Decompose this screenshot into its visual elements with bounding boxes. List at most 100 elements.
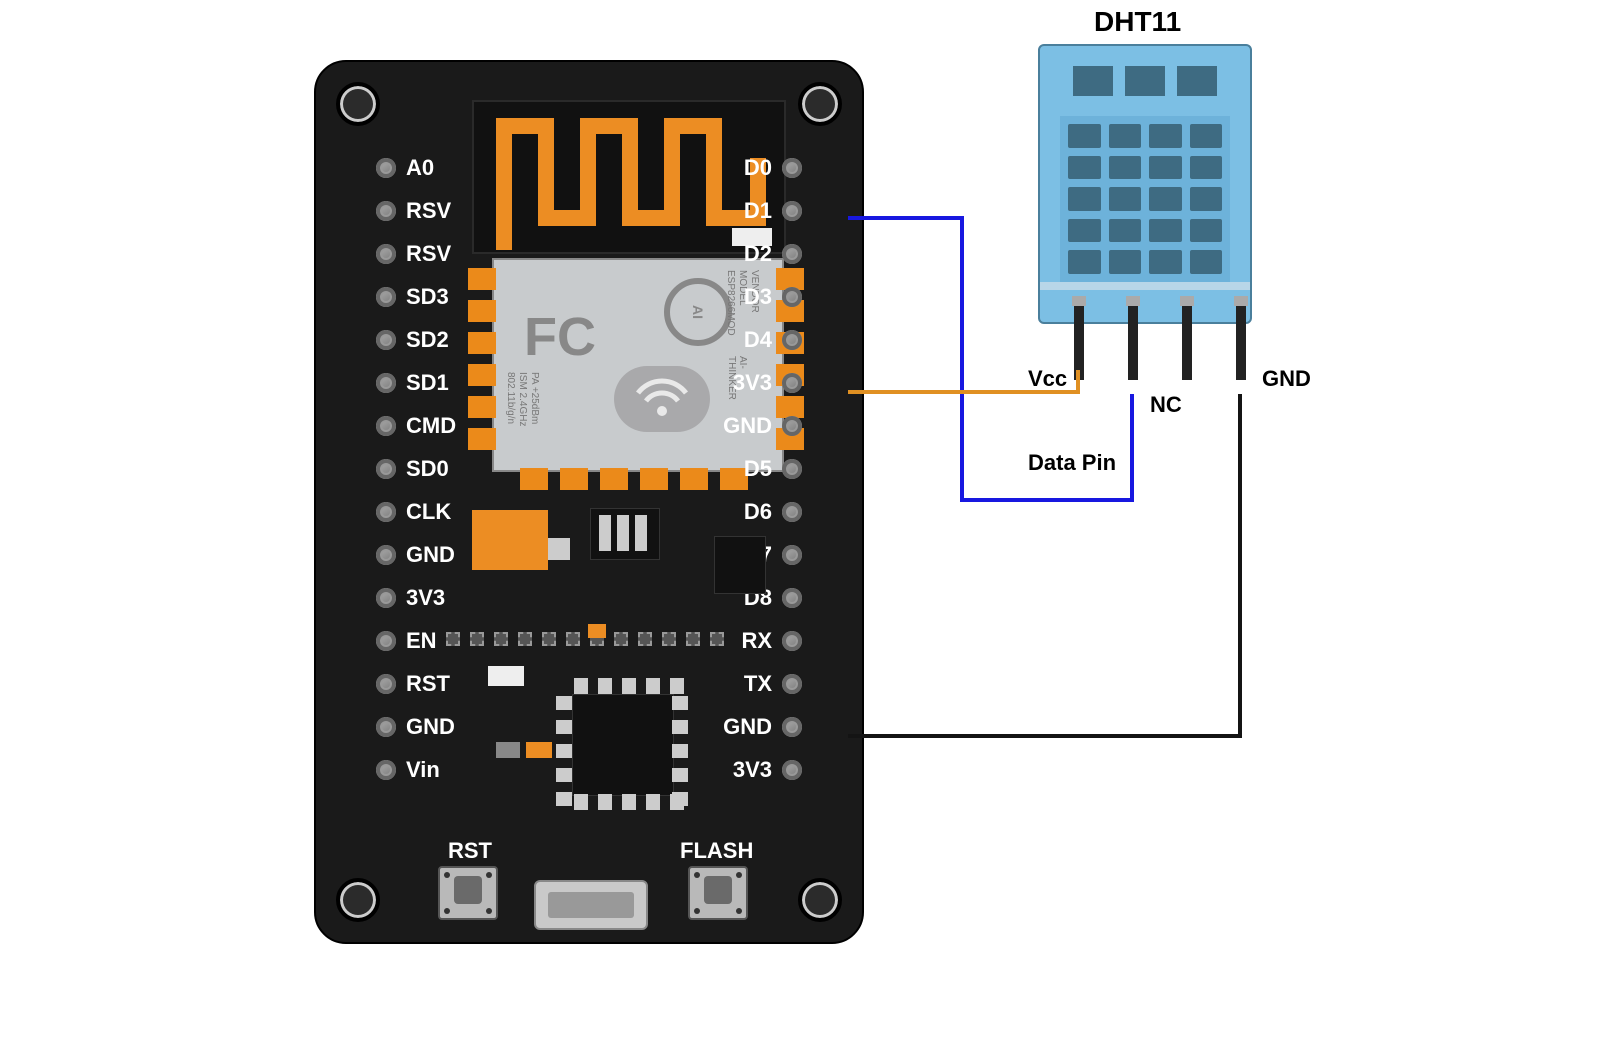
pin-clk-left: CLK bbox=[376, 493, 451, 531]
pin-hole bbox=[376, 416, 396, 436]
pin-3v3-right: 3V3 bbox=[733, 751, 802, 789]
pin-hole bbox=[782, 244, 802, 264]
shield-label: ISM 2.4GHz bbox=[517, 372, 528, 426]
ai-thinker-logo: AI bbox=[664, 278, 732, 346]
pin-hole bbox=[376, 674, 396, 694]
pin-sd1-left: SD1 bbox=[376, 364, 449, 402]
pin-d1-right: D1 bbox=[744, 192, 802, 230]
mounting-hole bbox=[336, 878, 380, 922]
pin-hole bbox=[782, 287, 802, 307]
reset-button[interactable] bbox=[438, 866, 498, 920]
reset-button-label: RST bbox=[448, 838, 492, 864]
pin-label: SD2 bbox=[406, 327, 449, 353]
pin-label: 3V3 bbox=[406, 585, 445, 611]
dht-pin-nc bbox=[1182, 304, 1192, 380]
pin-d0-right: D0 bbox=[744, 149, 802, 187]
dht-pin-data bbox=[1128, 304, 1138, 380]
pin-gnd-left: GND bbox=[376, 536, 455, 574]
pin-tx-right: TX bbox=[744, 665, 802, 703]
pin-hole bbox=[782, 416, 802, 436]
pin-hole bbox=[782, 330, 802, 350]
dht11-title: DHT11 bbox=[1094, 6, 1181, 38]
pin-gnd-right: GND bbox=[723, 407, 802, 445]
pin-hole bbox=[782, 158, 802, 178]
shield-label: 802.11b/g/n bbox=[505, 372, 516, 424]
mounting-hole bbox=[798, 878, 842, 922]
pin-hole bbox=[376, 201, 396, 221]
pin-hole bbox=[782, 588, 802, 608]
pin-label: A0 bbox=[406, 155, 434, 181]
pin-d5-right: D5 bbox=[744, 450, 802, 488]
pin-label: RX bbox=[741, 628, 772, 654]
pin-d6-right: D6 bbox=[744, 493, 802, 531]
pin-hole bbox=[376, 244, 396, 264]
pin-label: CMD bbox=[406, 413, 456, 439]
pin-hole bbox=[376, 158, 396, 178]
pin-hole bbox=[376, 287, 396, 307]
pin-label: GND bbox=[723, 714, 772, 740]
pin-label: TX bbox=[744, 671, 772, 697]
pin-sd3-left: SD3 bbox=[376, 278, 449, 316]
flash-button-label: FLASH bbox=[680, 838, 753, 864]
pin-gnd-left: GND bbox=[376, 708, 455, 746]
pin-hole bbox=[376, 373, 396, 393]
pin-rst-left: RST bbox=[376, 665, 450, 703]
pin-label: CLK bbox=[406, 499, 451, 525]
dht-pin-vcc bbox=[1074, 304, 1084, 380]
pin-hole bbox=[782, 373, 802, 393]
pin-label: D4 bbox=[744, 327, 772, 353]
fcc-logo: FC bbox=[524, 306, 596, 368]
pin-hole bbox=[782, 631, 802, 651]
pin-d2-right: D2 bbox=[744, 235, 802, 273]
dht-pin-label-nc: NC bbox=[1150, 392, 1182, 418]
pin-sd2-left: SD2 bbox=[376, 321, 449, 359]
pin-label: SD1 bbox=[406, 370, 449, 396]
pin-label: GND bbox=[406, 542, 455, 568]
mounting-hole bbox=[336, 82, 380, 126]
flash-button[interactable] bbox=[688, 866, 748, 920]
pin-label: D6 bbox=[744, 499, 772, 525]
pin-hole bbox=[376, 760, 396, 780]
pin-hole bbox=[782, 760, 802, 780]
pin-rx-right: RX bbox=[741, 622, 802, 660]
pcb-antenna bbox=[472, 100, 786, 254]
micro-usb-port[interactable] bbox=[534, 880, 648, 930]
pin-3v3-left: 3V3 bbox=[376, 579, 445, 617]
pin-label: RST bbox=[406, 671, 450, 697]
pin-vin-left: Vin bbox=[376, 751, 440, 789]
pin-label: GND bbox=[723, 413, 772, 439]
dht-pin-label-vcc: Vcc bbox=[1028, 366, 1067, 392]
pin-en-left: EN bbox=[376, 622, 437, 660]
mcu-chip bbox=[572, 694, 674, 796]
pin-label: D1 bbox=[744, 198, 772, 224]
pin-gnd-right: GND bbox=[723, 708, 802, 746]
pin-hole bbox=[782, 459, 802, 479]
pin-hole bbox=[782, 502, 802, 522]
pin-hole bbox=[782, 201, 802, 221]
pin-rsv-left: RSV bbox=[376, 192, 451, 230]
circuit-diagram: FC AI MODEL VENDOR ESP8266MOD AI-THINKER… bbox=[0, 0, 1600, 1063]
pin-label: 3V3 bbox=[733, 370, 772, 396]
pin-rsv-left: RSV bbox=[376, 235, 451, 273]
pin-hole bbox=[376, 588, 396, 608]
pin-label: D0 bbox=[744, 155, 772, 181]
dht-pin-gnd bbox=[1236, 304, 1246, 380]
pin-label: GND bbox=[406, 714, 455, 740]
pin-hole bbox=[376, 631, 396, 651]
nodemcu-board: FC AI MODEL VENDOR ESP8266MOD AI-THINKER… bbox=[314, 60, 864, 944]
pin-hole bbox=[782, 674, 802, 694]
pin-hole bbox=[782, 545, 802, 565]
pin-label: 3V3 bbox=[733, 757, 772, 783]
shield-label: PA +25dBm bbox=[529, 372, 540, 424]
pin-hole bbox=[376, 459, 396, 479]
wire-label-data: Data Pin bbox=[1028, 450, 1116, 476]
pin-a0-left: A0 bbox=[376, 149, 434, 187]
shield-label: ESP8266MOD bbox=[725, 270, 736, 336]
mounting-hole bbox=[798, 82, 842, 126]
pin-label: D5 bbox=[744, 456, 772, 482]
pin-sd0-left: SD0 bbox=[376, 450, 449, 488]
dht-pin-label-gnd: GND bbox=[1262, 366, 1311, 392]
pin-label: D3 bbox=[744, 284, 772, 310]
pin-label: SD0 bbox=[406, 456, 449, 482]
wifi-logo bbox=[614, 366, 710, 432]
